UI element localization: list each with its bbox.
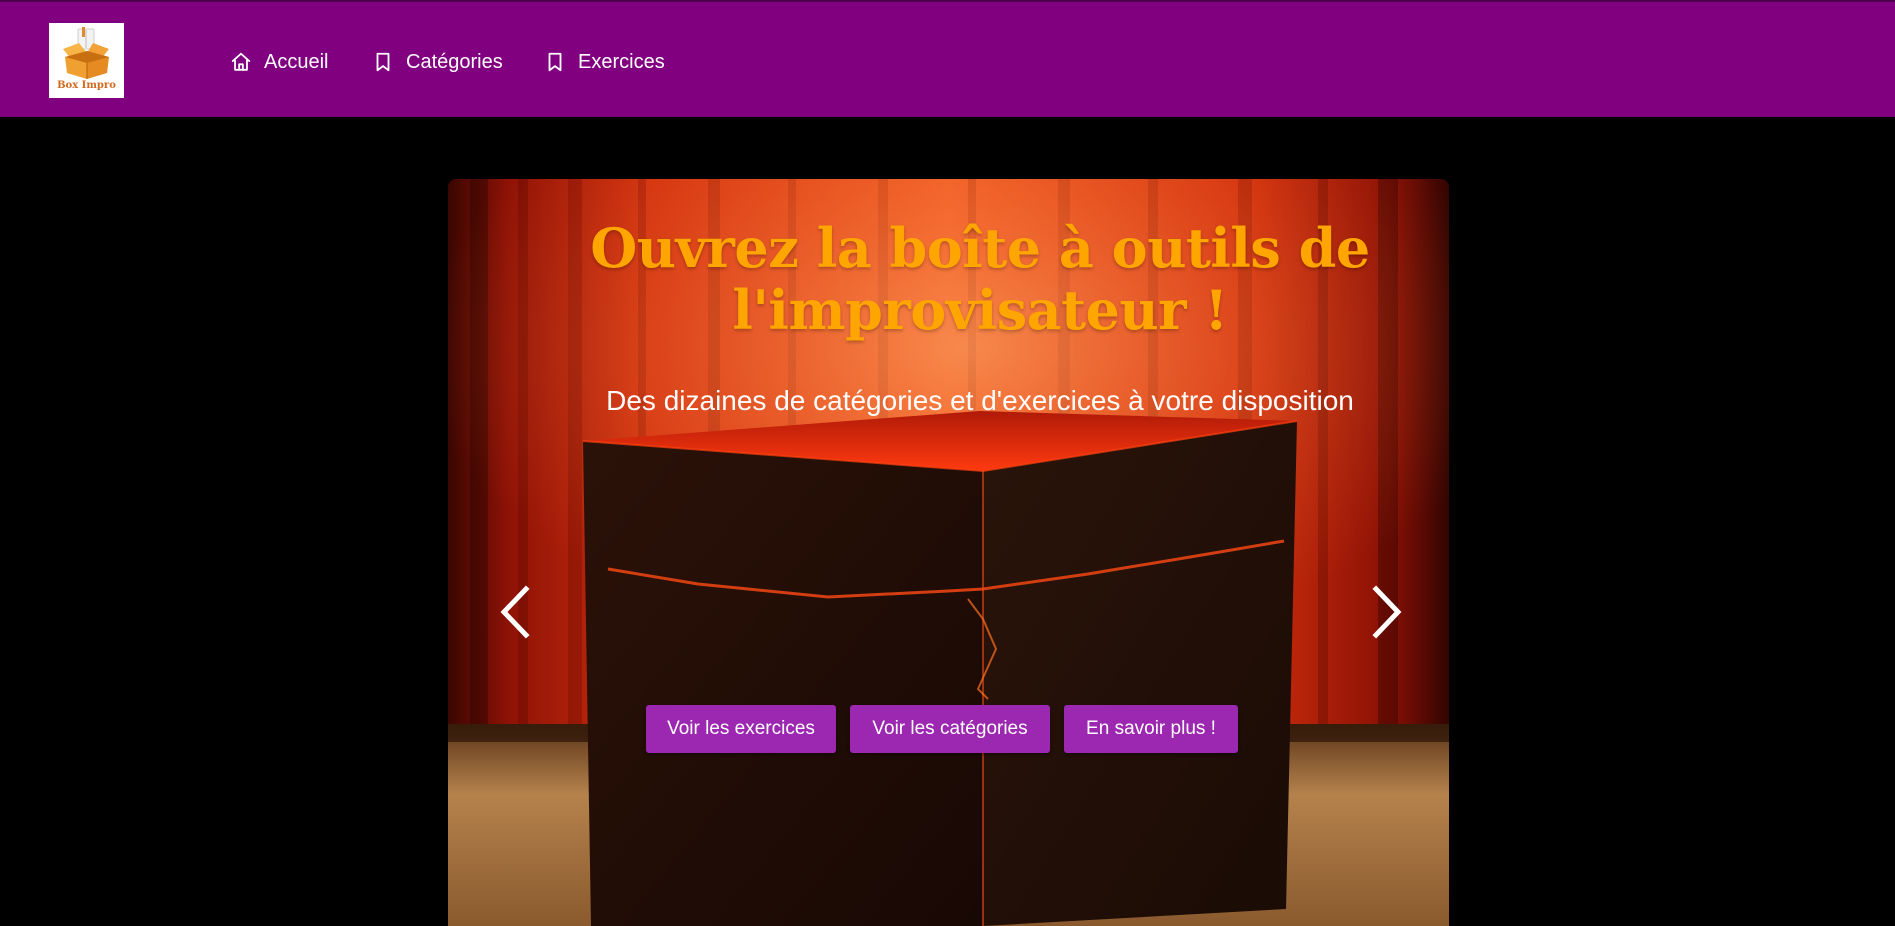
hero-title: Ouvrez la boîte à outils de l'improvisat… [590, 216, 1370, 342]
view-exercises-button[interactable]: Voir les exercices [646, 705, 836, 753]
carousel-prev-button[interactable] [494, 577, 544, 647]
brand-logo[interactable]: Box Impro [49, 23, 124, 98]
top-navbar: Box Impro Accueil Catégories Exercices [0, 0, 1895, 117]
nav-item-categories[interactable]: Catégories [372, 42, 503, 82]
home-icon [231, 52, 251, 71]
learn-more-button[interactable]: En savoir plus ! [1064, 705, 1238, 753]
nav-label-categories: Catégories [406, 50, 503, 73]
carousel-next-button[interactable] [1358, 577, 1408, 647]
bookmark-icon [376, 52, 390, 72]
hero-carousel: Ouvrez la boîte à outils de l'improvisat… [448, 179, 1449, 926]
nav-label-exercices: Exercices [578, 50, 665, 73]
chevron-right-icon [1372, 585, 1402, 639]
bookmark-icon [548, 52, 562, 72]
nav-item-exercices[interactable]: Exercices [544, 42, 665, 82]
view-categories-button[interactable]: Voir les catégories [850, 705, 1050, 753]
nav-item-accueil[interactable]: Accueil [230, 42, 328, 82]
nav-label-accueil: Accueil [264, 50, 329, 73]
hero-subtitle: Des dizaines de catégories et d'exercice… [606, 385, 1354, 416]
chevron-left-icon [500, 585, 530, 639]
logo-text: Box Impro [57, 80, 116, 91]
